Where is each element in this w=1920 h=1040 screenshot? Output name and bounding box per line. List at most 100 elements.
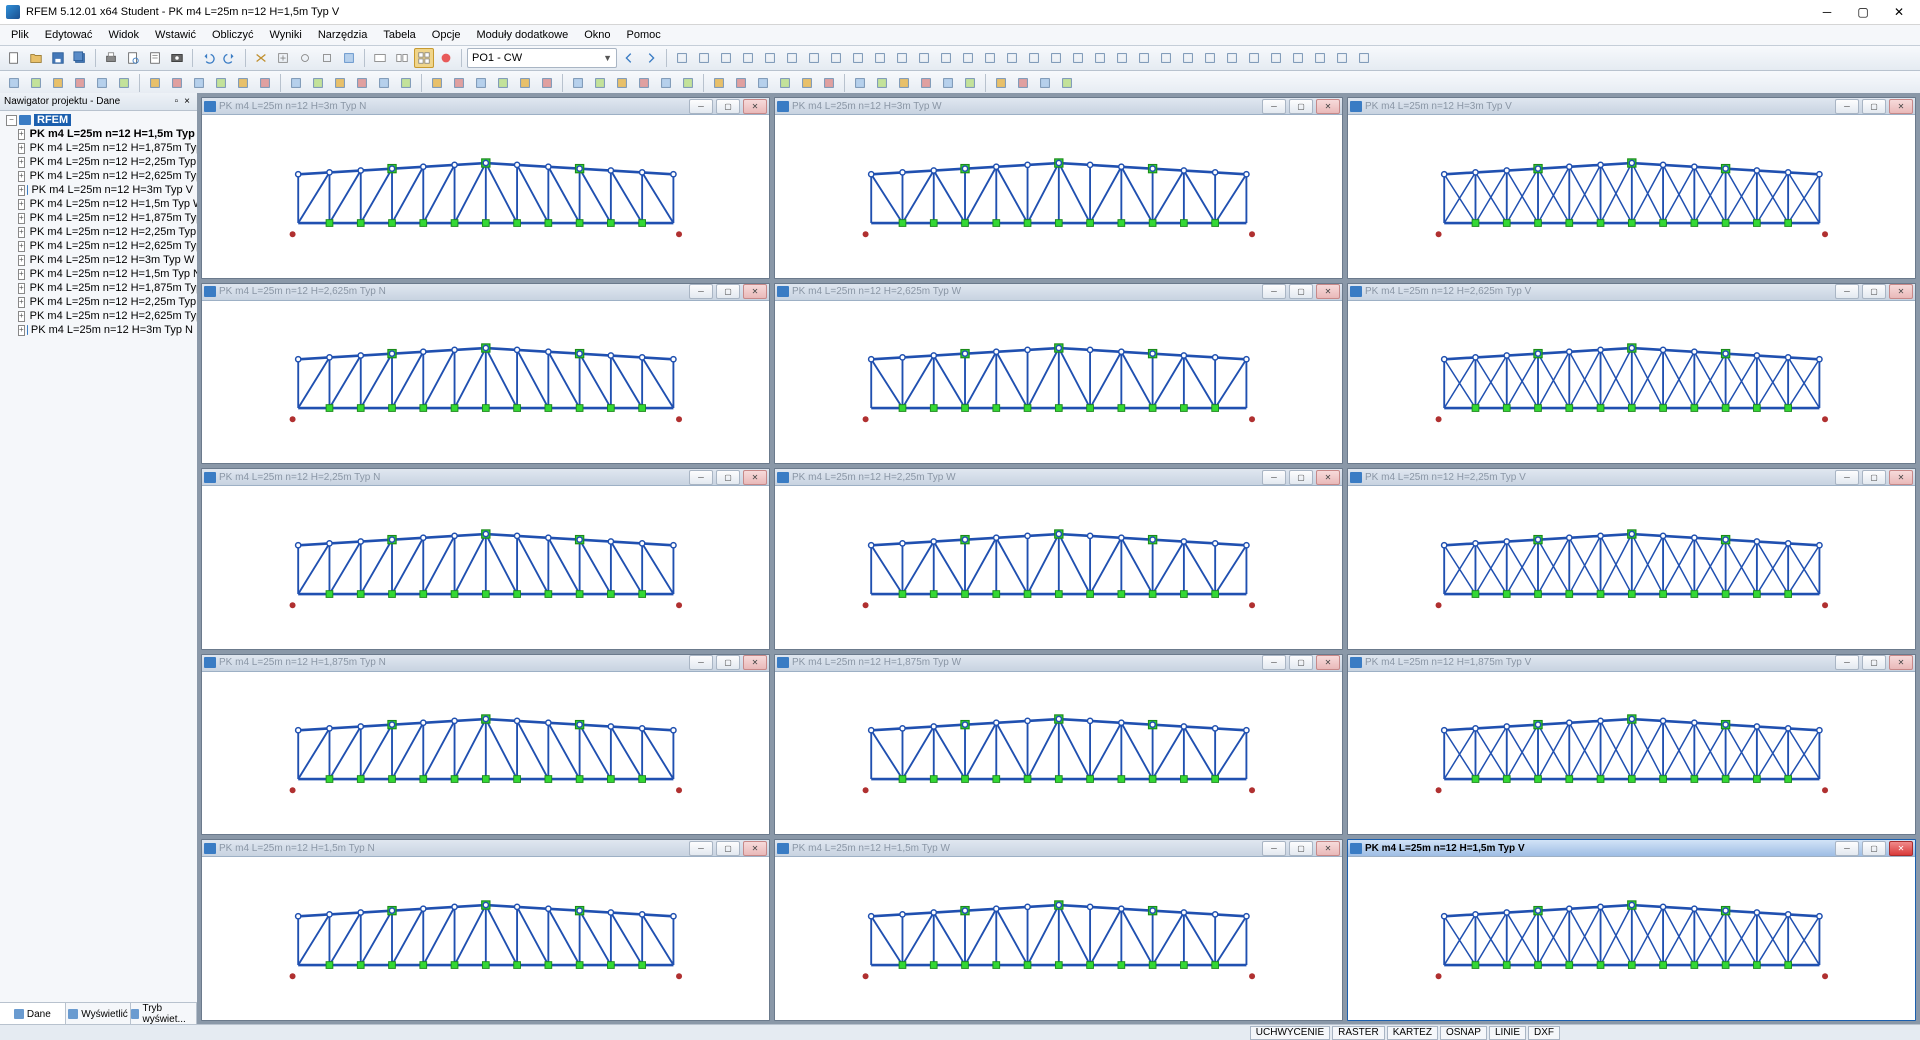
mdi-window[interactable]: PK m4 L=25m n=12 H=3m Typ W─▢✕ xyxy=(774,97,1343,279)
solid-icon[interactable] xyxy=(1178,48,1198,68)
mdi-minimize-button[interactable]: ─ xyxy=(1262,284,1286,299)
extrude-icon[interactable] xyxy=(775,73,795,93)
intersect-icon[interactable] xyxy=(894,73,914,93)
menu-opcje[interactable]: Opcje xyxy=(425,27,468,43)
model-viewport[interactable] xyxy=(1348,301,1915,464)
mdi-window[interactable]: PK m4 L=25m n=12 H=3m Typ V─▢✕ xyxy=(1347,97,1916,279)
join-icon[interactable] xyxy=(678,73,698,93)
mdi-close-button[interactable]: ✕ xyxy=(1889,470,1913,485)
expand-icon[interactable]: + xyxy=(18,213,25,224)
mdi-minimize-button[interactable]: ─ xyxy=(1835,841,1859,856)
mdi-maximize-button[interactable]: ▢ xyxy=(1289,470,1313,485)
mdi-window[interactable]: PK m4 L=25m n=12 H=2,625m Typ W─▢✕ xyxy=(774,283,1343,465)
rotate2-icon[interactable] xyxy=(568,73,588,93)
pan-icon[interactable] xyxy=(1332,48,1352,68)
tree-item[interactable]: +PK m4 L=25m n=12 H=1,5m Typ W xyxy=(0,197,197,211)
mdi-titlebar[interactable]: PK m4 L=25m n=12 H=3m Typ N─▢✕ xyxy=(202,98,769,115)
yz-icon[interactable] xyxy=(1266,48,1286,68)
menu-moduly[interactable]: Moduły dodatkowe xyxy=(470,27,576,43)
mdi-maximize-button[interactable]: ▢ xyxy=(1289,284,1313,299)
navigator-close-icon[interactable]: × xyxy=(181,96,193,107)
tool-icon[interactable] xyxy=(295,48,315,68)
rigid-icon[interactable] xyxy=(255,73,275,93)
undo-icon[interactable] xyxy=(198,48,218,68)
xz-icon[interactable] xyxy=(1244,48,1264,68)
expand-icon[interactable]: − xyxy=(6,115,17,126)
layers-icon[interactable] xyxy=(1046,48,1066,68)
trim-icon[interactable] xyxy=(612,73,632,93)
surf-info-icon[interactable] xyxy=(980,48,1000,68)
expand-icon[interactable]: + xyxy=(18,269,25,280)
model-viewport[interactable] xyxy=(202,486,769,649)
linesup-icon[interactable] xyxy=(167,73,187,93)
tree-item[interactable]: +PK m4 L=25m n=12 H=1,875m Typ W xyxy=(0,211,197,225)
dim-icon[interactable] xyxy=(449,73,469,93)
prev-case-icon[interactable] xyxy=(619,48,639,68)
copy-icon[interactable] xyxy=(515,73,535,93)
mdi-maximize-button[interactable]: ▢ xyxy=(1862,284,1886,299)
lathe-icon[interactable] xyxy=(797,73,817,93)
mdi-window[interactable]: PK m4 L=25m n=12 H=1,5m Typ W─▢✕ xyxy=(774,839,1343,1021)
nodesup-icon[interactable] xyxy=(145,73,165,93)
menu-pomoc[interactable]: Pomoc xyxy=(620,27,668,43)
to-surfaces-icon[interactable] xyxy=(753,73,773,93)
tree-item[interactable]: +PK m4 L=25m n=12 H=2,25m Typ V xyxy=(0,155,197,169)
mdi-titlebar[interactable]: PK m4 L=25m n=12 H=2,25m Typ V─▢✕ xyxy=(1348,469,1915,486)
menu-okno[interactable]: Okno xyxy=(577,27,617,43)
mdi-minimize-button[interactable]: ─ xyxy=(1835,284,1859,299)
mdi-close-button[interactable]: ✕ xyxy=(743,99,767,114)
mdi-close-button[interactable]: ✕ xyxy=(743,470,767,485)
mdi-close-button[interactable]: ✕ xyxy=(1316,841,1340,856)
scale-icon[interactable] xyxy=(590,73,610,93)
load-combo-icon[interactable] xyxy=(782,48,802,68)
mdi-titlebar[interactable]: PK m4 L=25m n=12 H=1,5m Typ V─▢✕ xyxy=(1348,840,1915,857)
model-viewport[interactable] xyxy=(202,672,769,835)
mdi-minimize-button[interactable]: ─ xyxy=(689,841,713,856)
surfsup-icon[interactable] xyxy=(189,73,209,93)
free-load-icon[interactable] xyxy=(374,73,394,93)
model-viewport[interactable] xyxy=(775,301,1342,464)
mdi-maximize-button[interactable]: ▢ xyxy=(1289,841,1313,856)
view-2-icon[interactable] xyxy=(392,48,412,68)
surface-icon[interactable] xyxy=(70,73,90,93)
mdi-window[interactable]: PK m4 L=25m n=12 H=2,25m Typ N─▢✕ xyxy=(201,468,770,650)
mload-icon[interactable] xyxy=(330,73,350,93)
mdi-titlebar[interactable]: PK m4 L=25m n=12 H=1,5m Typ N─▢✕ xyxy=(202,840,769,857)
lload-icon[interactable] xyxy=(308,73,328,93)
expand-icon[interactable]: + xyxy=(18,185,25,196)
view-1-icon[interactable] xyxy=(370,48,390,68)
model-viewport[interactable] xyxy=(1348,672,1915,835)
union-icon[interactable] xyxy=(850,73,870,93)
grid-icon[interactable] xyxy=(1002,48,1022,68)
member-info-icon[interactable] xyxy=(958,48,978,68)
view-4-icon[interactable] xyxy=(414,48,434,68)
tree-item[interactable]: +PK m4 L=25m n=12 H=2,25m Typ N xyxy=(0,295,197,309)
loads-icon[interactable] xyxy=(760,48,780,68)
mirror-icon[interactable] xyxy=(537,73,557,93)
tree-item[interactable]: +PK m4 L=25m n=12 H=1,875m Typ V xyxy=(0,141,197,155)
nload-icon[interactable] xyxy=(286,73,306,93)
status-osnap[interactable]: OSNAP xyxy=(1440,1026,1487,1040)
tree-item[interactable]: +PK m4 L=25m n=12 H=1,875m Typ N xyxy=(0,281,197,295)
mdi-maximize-button[interactable]: ▢ xyxy=(1862,470,1886,485)
maximize-button[interactable]: ▢ xyxy=(1846,1,1880,23)
menu-wyniki[interactable]: Wyniki xyxy=(263,27,309,43)
expand-icon[interactable]: + xyxy=(18,255,25,266)
mdi-window[interactable]: PK m4 L=25m n=12 H=2,25m Typ W─▢✕ xyxy=(774,468,1343,650)
status-uchwycenie[interactable]: UCHWYCENIE xyxy=(1250,1026,1330,1040)
iso-icon[interactable] xyxy=(1200,48,1220,68)
expand-icon[interactable]: + xyxy=(18,297,25,308)
hinge-icon[interactable] xyxy=(211,73,231,93)
node-info-icon[interactable] xyxy=(936,48,956,68)
wf-icon[interactable] xyxy=(1156,48,1176,68)
mdi-close-button[interactable]: ✕ xyxy=(1316,99,1340,114)
axis-icon[interactable] xyxy=(1024,48,1044,68)
mdi-minimize-button[interactable]: ─ xyxy=(689,99,713,114)
mdi-close-button[interactable]: ✕ xyxy=(1889,841,1913,856)
expand-icon[interactable]: + xyxy=(18,143,25,154)
tree-item[interactable]: +PK m4 L=25m n=12 H=3m Typ V xyxy=(0,183,197,197)
snap-icon[interactable] xyxy=(1068,48,1088,68)
mdi-close-button[interactable]: ✕ xyxy=(1316,470,1340,485)
extend-icon[interactable] xyxy=(634,73,654,93)
supports-icon[interactable] xyxy=(716,48,736,68)
